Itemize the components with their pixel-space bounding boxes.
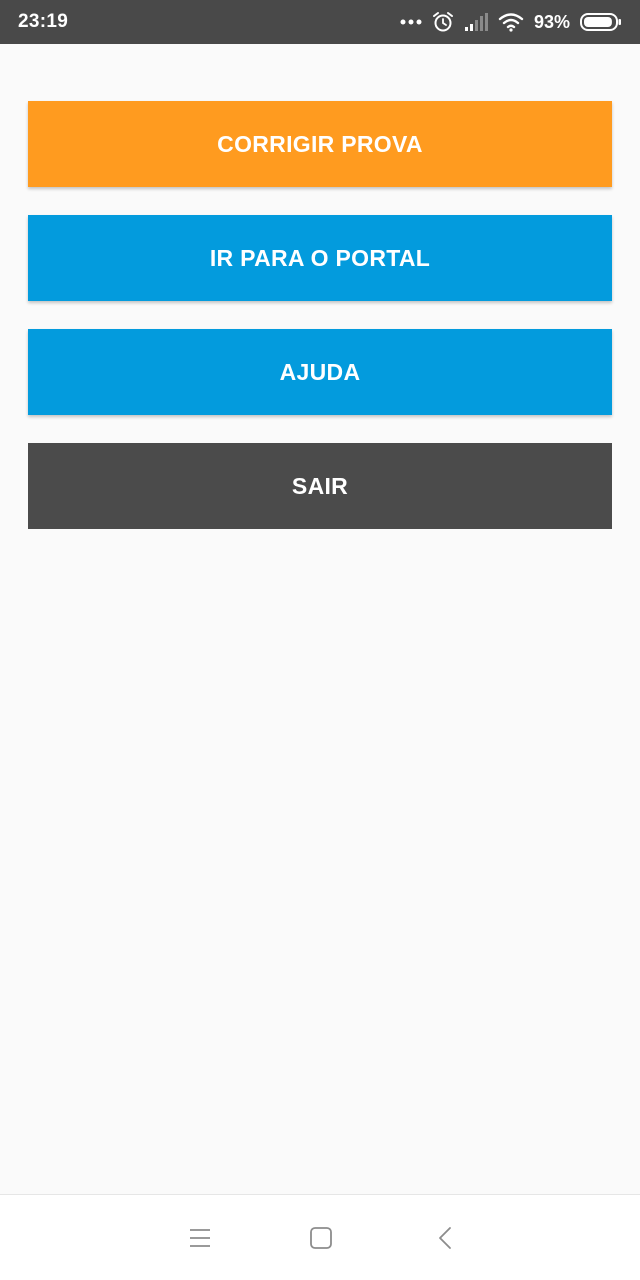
alarm-icon <box>432 11 454 33</box>
status-time: 23:19 <box>18 11 69 32</box>
navigation-bar <box>0 1194 640 1280</box>
more-dots-icon <box>400 18 422 26</box>
sair-button[interactable]: SAIR <box>28 443 612 529</box>
battery-percent: 93% <box>533 12 570 32</box>
main-content: CORRIGIR PROVA IR PARA O PORTAL AJUDA SA… <box>0 44 640 1194</box>
corrigir-prova-button[interactable]: CORRIGIR PROVA <box>28 101 612 187</box>
signal-icon <box>464 13 488 31</box>
menu-icon[interactable] <box>185 1223 215 1253</box>
status-icons: 93% <box>400 0 622 44</box>
battery-icon <box>580 12 622 32</box>
status-bar: 23:19 93% <box>0 0 640 44</box>
back-icon[interactable] <box>430 1223 460 1253</box>
ajuda-button[interactable]: AJUDA <box>28 329 612 415</box>
wifi-icon <box>498 12 524 32</box>
home-icon[interactable] <box>306 1223 336 1253</box>
ir-para-portal-button[interactable]: IR PARA O PORTAL <box>28 215 612 301</box>
